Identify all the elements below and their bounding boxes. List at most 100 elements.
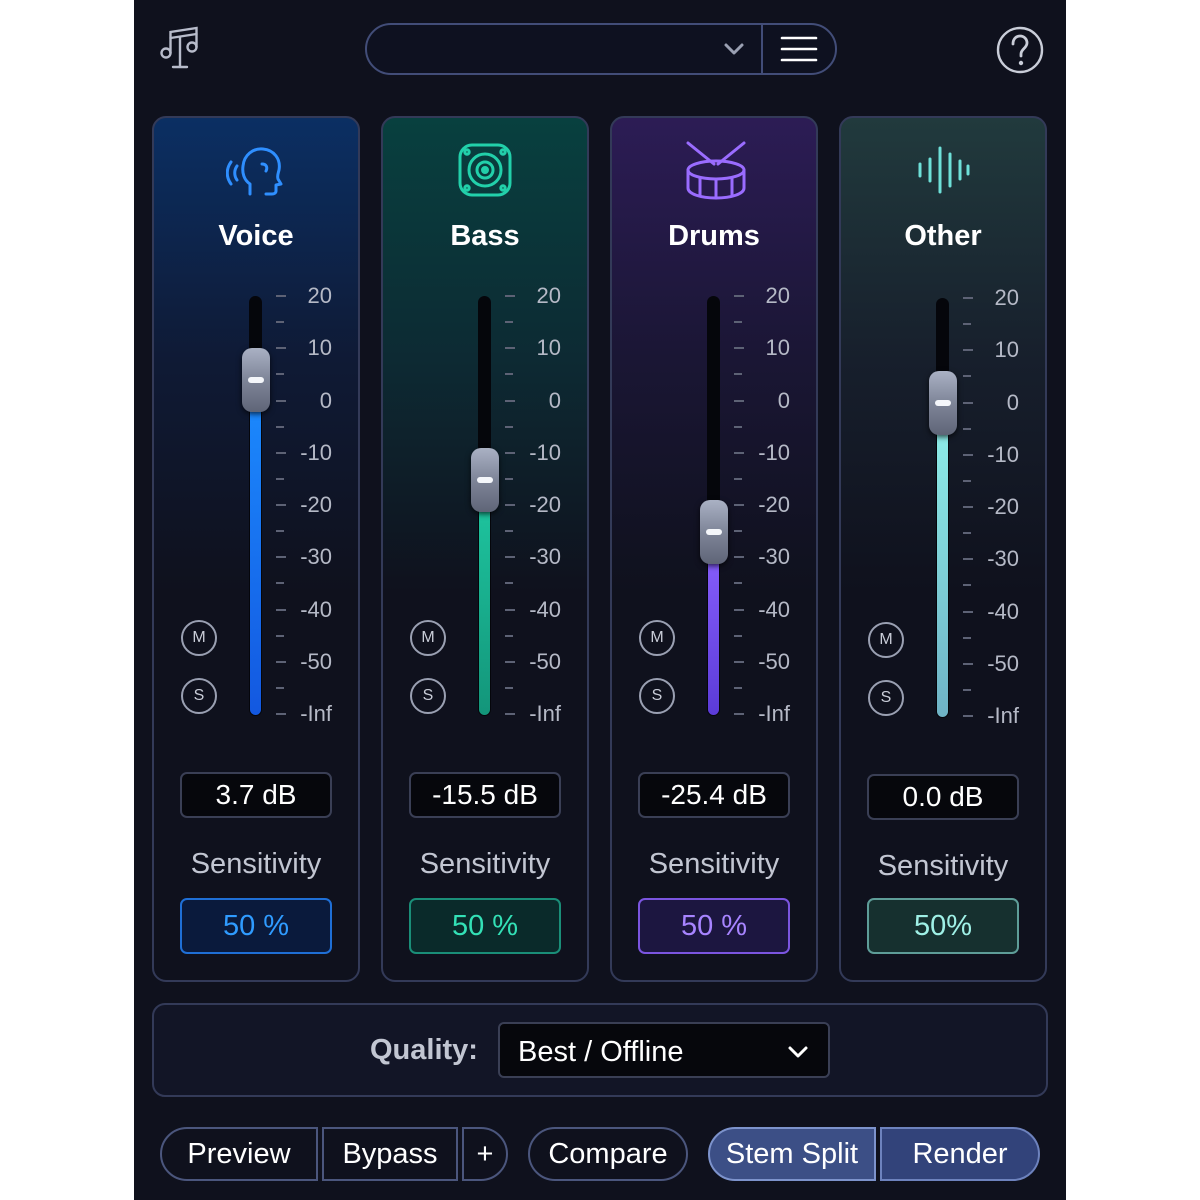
scale-tick [505,373,513,376]
scale-label: -Inf [987,703,1019,728]
scale-label: 20 [765,283,790,308]
scale-tick [505,425,513,428]
fader-knob[interactable] [471,447,499,512]
solo-button[interactable]: S [181,678,217,714]
scale-label: -50 [300,648,332,674]
strip-title: Other [904,220,982,252]
mute-button[interactable]: M [868,622,904,658]
speaker-icon [455,140,515,205]
drum-icon [684,140,748,207]
voice-head-icon [225,140,286,205]
scale-label: -30 [758,544,790,570]
music-notes-icon [160,26,200,70]
scale-label: -40 [300,596,332,622]
scale-label: 0 [1006,389,1019,415]
scale-tick [276,373,284,376]
compare-button[interactable]: Compare [528,1127,688,1181]
fader-knob[interactable] [929,370,957,435]
scale-tick [734,686,742,689]
quality-value: Best / Offline [518,1036,684,1068]
sensitivity-input[interactable]: 50 % [409,898,561,954]
scale-label: -Inf [300,701,332,726]
scale-label: -10 [300,439,332,465]
bypass-button[interactable]: Bypass [322,1127,458,1181]
scale-tick [734,634,742,637]
scale-tick [734,582,742,585]
render-button[interactable]: Render [880,1127,1040,1181]
scale-label: -30 [529,544,561,570]
chevron-down-icon [724,43,744,55]
sensitivity-input[interactable]: 50% [867,898,1019,954]
scale-label: 10 [765,335,790,361]
scale-label: 0 [548,387,561,413]
preview-button[interactable]: Preview [160,1127,318,1181]
scale-label: -20 [529,492,561,517]
mute-button[interactable]: M [639,620,675,656]
help-button[interactable] [996,26,1044,74]
scale-label: -20 [758,492,790,517]
scale-label: -10 [529,439,561,465]
waveform-icon [913,140,973,205]
sensitivity-label: Sensitivity [877,850,1009,882]
scale-label: 10 [536,335,561,361]
scale-tick [734,530,742,533]
question-mark-icon [996,26,1044,74]
scale-label: 20 [536,283,561,308]
quality-label: Quality: [370,1034,478,1066]
scale-label: 10 [994,337,1019,363]
scale-label: -10 [758,439,790,465]
scale-tick [963,427,971,430]
scale-tick [734,373,742,376]
gain-readout[interactable]: -25.4 dB [638,772,790,818]
scale-tick [505,686,513,689]
scale-tick [276,477,284,480]
scale-label: -30 [300,544,332,570]
scale-tick [276,321,284,324]
scale-label: -Inf [758,701,790,726]
fader-level-fill [479,479,490,715]
scale-label: 20 [994,285,1019,310]
mute-button[interactable]: M [181,620,217,656]
scale-label: 10 [307,335,332,361]
preset-selector [365,23,837,75]
fader-knob[interactable] [700,500,728,565]
hamburger-menu-icon [780,36,818,62]
fader-knob[interactable] [242,347,270,412]
scale-label: 20 [307,283,332,308]
gain-readout[interactable]: 3.7 dB [180,772,332,818]
scale-tick [276,425,284,428]
fader-track[interactable] [936,298,949,718]
scale-label: -Inf [529,701,561,726]
sensitivity-input[interactable]: 50 % [638,898,790,954]
scale-label: -20 [987,494,1019,519]
scale-tick [276,582,284,585]
scale-tick [963,375,971,378]
strip-title: Drums [668,220,760,252]
scale-label: -10 [987,441,1019,467]
scale-label: -30 [987,546,1019,572]
solo-button[interactable]: S [410,678,446,714]
scale-label: -50 [529,648,561,674]
preset-dropdown[interactable] [367,25,761,73]
solo-button[interactable]: S [868,680,904,716]
solo-button[interactable]: S [639,678,675,714]
scale-tick [505,582,513,585]
fader-grip [706,529,722,536]
preset-menu-button[interactable] [761,25,839,73]
scale-label: -40 [529,596,561,622]
gain-readout[interactable]: 0.0 dB [867,774,1019,820]
scale-tick [276,530,284,533]
sensitivity-label: Sensitivity [648,848,780,880]
stem-split-button[interactable]: Stem Split [708,1127,876,1181]
scale-tick [963,532,971,535]
sensitivity-label: Sensitivity [419,848,551,880]
quality-select[interactable]: Best / Offline [498,1022,830,1078]
scale-label: -50 [758,648,790,674]
scale-tick [963,688,971,691]
scale-tick [963,323,971,326]
scale-tick [276,634,284,637]
mute-button[interactable]: M [410,620,446,656]
fader-grip [248,376,264,383]
gain-readout[interactable]: -15.5 dB [409,772,561,818]
sensitivity-input[interactable]: 50 % [180,898,332,954]
